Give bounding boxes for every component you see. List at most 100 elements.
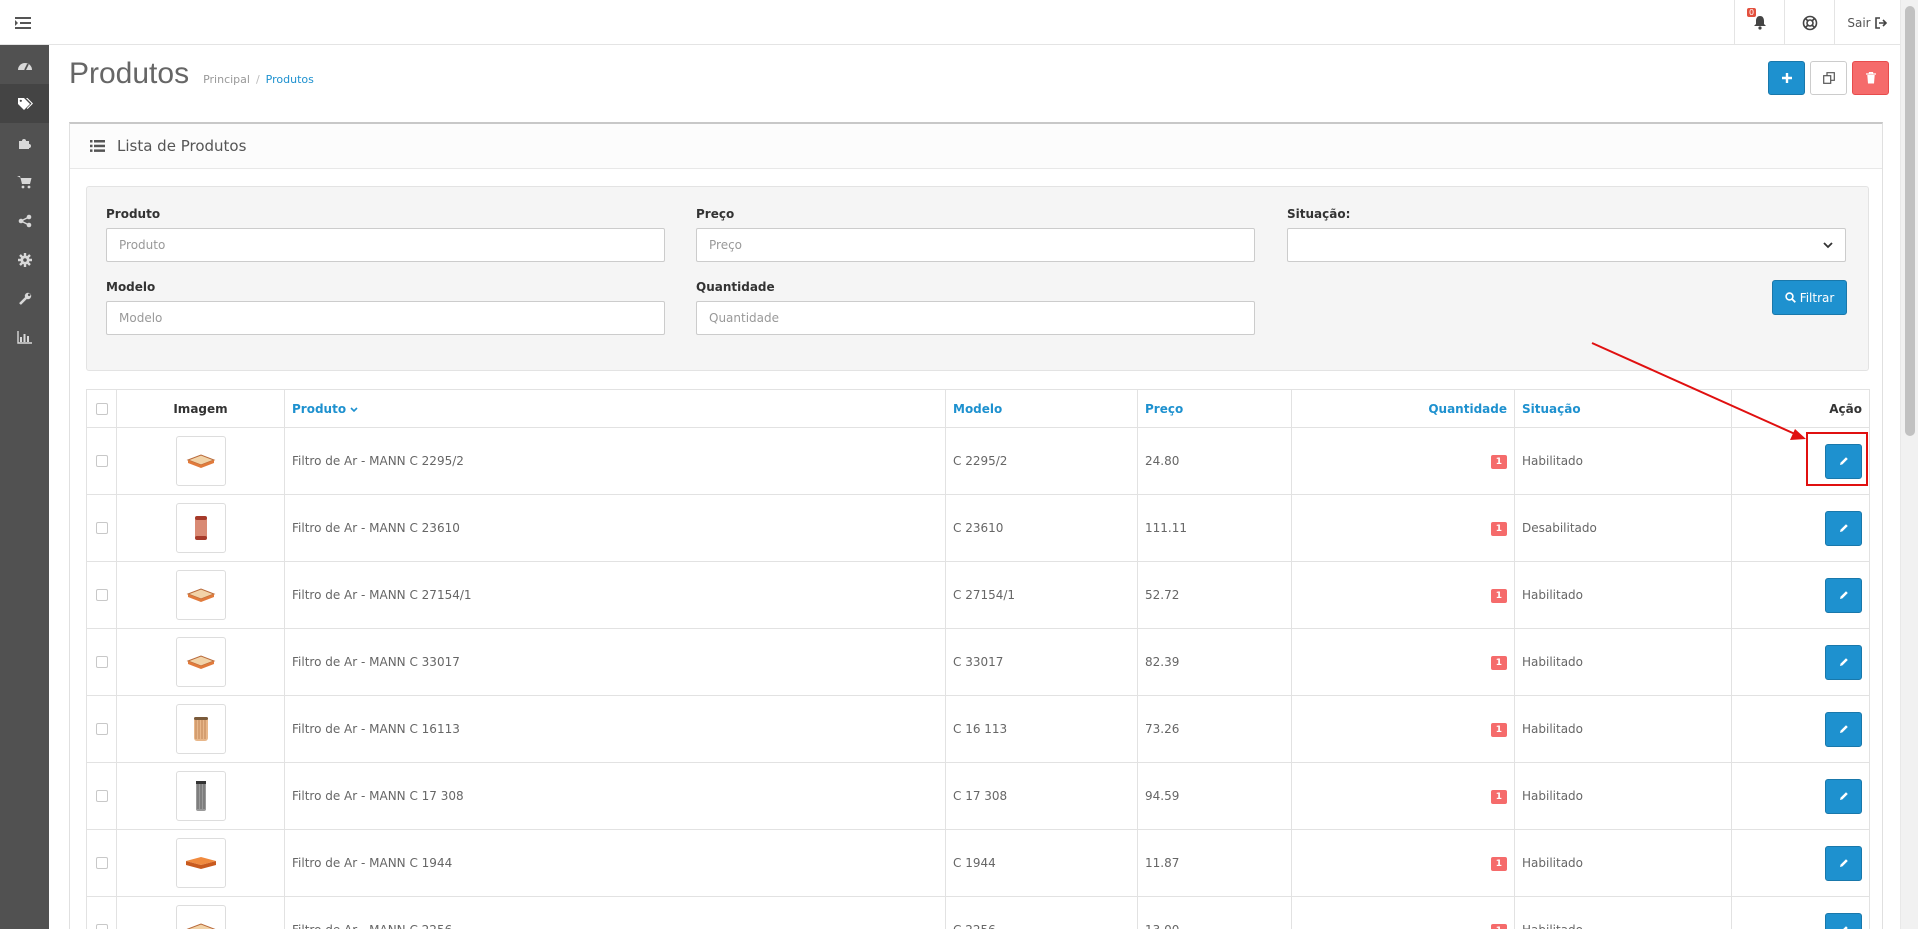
page-scrollbar[interactable] <box>1900 0 1918 929</box>
page-header: Produtos Principal / Produtos <box>69 57 314 91</box>
modelo-input[interactable]: Modelo <box>106 301 665 335</box>
edit-product-button[interactable] <box>1825 778 1862 814</box>
sidebar-item-dashboard[interactable] <box>0 45 49 84</box>
select-all-cell <box>86 389 117 428</box>
product-status-cell: Desabilitado <box>1514 494 1732 562</box>
row-checkbox[interactable] <box>95 924 108 929</box>
product-model-cell: C 2295/2 <box>945 427 1138 495</box>
row-select-cell <box>86 561 117 629</box>
product-quantity-cell: 1 <box>1291 561 1515 629</box>
quantity-badge: 1 <box>1490 924 1507 929</box>
logout-label: Sair <box>1847 15 1871 30</box>
header-actions <box>1768 61 1889 95</box>
edit-product-button[interactable] <box>1825 644 1862 680</box>
edit-product-button[interactable] <box>1825 912 1862 929</box>
quantity-badge: 1 <box>1490 656 1507 670</box>
produto-input[interactable]: Produto <box>106 228 665 262</box>
product-model-cell: C 27154/1 <box>945 561 1138 629</box>
row-checkbox[interactable] <box>95 790 108 802</box>
product-quantity-cell: 1 <box>1291 762 1515 830</box>
product-price-cell: 52.72 <box>1137 561 1292 629</box>
row-checkbox[interactable] <box>95 656 108 668</box>
bell-icon <box>1753 16 1766 30</box>
logout-button[interactable]: Sair <box>1834 0 1900 45</box>
product-quantity-cell: 1 <box>1291 628 1515 696</box>
gear-icon <box>17 252 32 267</box>
product-table-wrap: Imagem Produto Modelo Preço Quantidade S… <box>86 389 1870 929</box>
edit-product-button[interactable] <box>1825 845 1862 881</box>
puzzle-icon <box>18 138 31 149</box>
sidebar-item-marketing[interactable] <box>0 201 49 240</box>
product-status-cell: Habilitado <box>1514 561 1732 629</box>
notifications-button[interactable]: 0 <box>1734 0 1784 45</box>
delete-product-button[interactable] <box>1852 61 1889 95</box>
header-preco[interactable]: Preço <box>1137 389 1292 428</box>
edit-product-button[interactable] <box>1825 577 1862 613</box>
top-navbar: 0 Sair <box>0 0 1900 45</box>
row-checkbox[interactable] <box>95 857 108 869</box>
main-content: Produtos Principal / Produtos Lista de Pro… <box>49 45 1900 929</box>
product-image-cell <box>116 762 285 830</box>
sidebar-item-catalog[interactable] <box>0 84 49 123</box>
quantity-badge: 1 <box>1490 857 1507 871</box>
header-produto[interactable]: Produto <box>284 389 946 428</box>
plus-icon <box>1781 73 1792 83</box>
row-checkbox[interactable] <box>95 522 108 534</box>
product-quantity-cell: 1 <box>1291 829 1515 897</box>
sort-modelo-link[interactable]: Modelo <box>953 402 1002 416</box>
breadcrumb-produtos[interactable]: Produtos <box>266 73 314 86</box>
sidebar-item-tools[interactable] <box>0 279 49 318</box>
product-model-cell: C 16 113 <box>945 695 1138 763</box>
situacao-select[interactable] <box>1287 228 1846 262</box>
dashboard-icon <box>17 62 32 70</box>
page-title: Produtos <box>69 57 190 90</box>
product-status-cell: Habilitado <box>1514 829 1732 897</box>
product-name-cell: Filtro de Ar - MANN C 2295/2 <box>284 427 946 495</box>
product-model-cell: C 23610 <box>945 494 1138 562</box>
product-name-cell: Filtro de Ar - MANN C 33017 <box>284 628 946 696</box>
filter-button[interactable]: Filtrar <box>1772 280 1847 315</box>
product-status-cell: Habilitado <box>1514 628 1732 696</box>
filter-produto-group: Produto Produto <box>106 207 665 262</box>
product-status-cell: Habilitado <box>1514 896 1732 929</box>
add-product-button[interactable] <box>1768 61 1805 95</box>
product-price-cell: 94.59 <box>1137 762 1292 830</box>
row-checkbox[interactable] <box>95 589 108 601</box>
copy-icon <box>1822 72 1835 84</box>
sidebar-item-extensions[interactable] <box>0 123 49 162</box>
menu-toggle-icon[interactable] <box>0 0 45 45</box>
sort-produto-link[interactable]: Produto <box>292 402 346 416</box>
sort-situacao-link[interactable]: Situação <box>1522 402 1581 416</box>
header-situacao[interactable]: Situação <box>1514 389 1732 428</box>
filter-preco-group: Preço Preço <box>696 207 1255 262</box>
table-row: Filtro de Ar - MANN C 33017 C 33017 82.39 1… <box>86 628 1870 696</box>
sidebar-item-reports[interactable] <box>0 318 49 357</box>
header-quantidade[interactable]: Quantidade <box>1291 389 1515 428</box>
product-image-cell <box>116 695 285 763</box>
preco-input[interactable]: Preço <box>696 228 1255 262</box>
quantidade-input[interactable]: Quantidade <box>696 301 1255 335</box>
filter-button-label: Filtrar <box>1799 290 1835 305</box>
edit-product-button[interactable] <box>1825 711 1862 747</box>
edit-product-button[interactable] <box>1825 510 1862 546</box>
row-checkbox[interactable] <box>95 455 108 467</box>
header-modelo[interactable]: Modelo <box>945 389 1138 428</box>
scrollbar-thumb[interactable] <box>1905 6 1915 436</box>
sidebar-item-sales[interactable] <box>0 162 49 201</box>
sign-out-icon <box>1874 16 1887 29</box>
row-checkbox[interactable] <box>95 723 108 735</box>
help-button[interactable] <box>1784 0 1834 45</box>
product-model-cell: C 17 308 <box>945 762 1138 830</box>
copy-product-button[interactable] <box>1810 61 1847 95</box>
product-action-cell <box>1731 695 1870 763</box>
breadcrumb-principal[interactable]: Principal <box>203 73 250 86</box>
product-list-panel: Lista de Produtos Produto Produto Preço … <box>69 122 1883 929</box>
situacao-label: Situação: <box>1287 207 1351 221</box>
sort-preco-link[interactable]: Preço <box>1145 402 1183 416</box>
produto-label: Produto <box>106 207 161 221</box>
pencil-icon <box>1839 725 1848 733</box>
select-all-checkbox[interactable] <box>95 402 108 415</box>
sort-quantidade-link[interactable]: Quantidade <box>1428 402 1507 416</box>
product-name-cell: Filtro de Ar - MANN C 27154/1 <box>284 561 946 629</box>
sidebar-item-system[interactable] <box>0 240 49 279</box>
